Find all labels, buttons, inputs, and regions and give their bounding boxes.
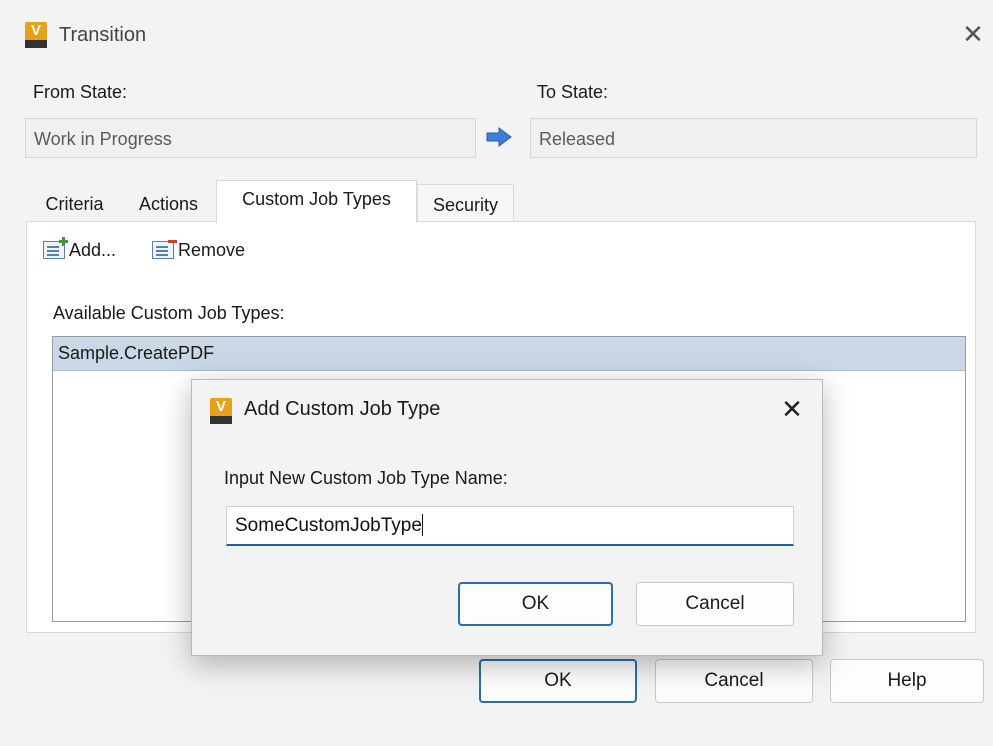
tab-actions[interactable]: Actions bbox=[123, 184, 214, 224]
to-state-field: Released bbox=[530, 118, 977, 158]
remove-button-label: Remove bbox=[178, 240, 246, 260]
from-state-field: Work in Progress bbox=[25, 118, 476, 158]
arrow-right-icon bbox=[486, 127, 512, 147]
cancel-button[interactable]: Cancel bbox=[655, 659, 813, 703]
close-icon[interactable]: ✕ bbox=[958, 19, 988, 49]
window-title: Transition bbox=[59, 24, 147, 46]
title-bar: V Transition ✕ bbox=[0, 0, 993, 70]
tab-criteria[interactable]: Criteria bbox=[30, 184, 119, 224]
from-state-label: From State: bbox=[33, 82, 128, 102]
add-custom-job-type-dialog: V Add Custom Job Type ✕ Input New Custom… bbox=[191, 379, 823, 656]
remove-document-icon bbox=[152, 240, 177, 259]
custom-job-type-name-input[interactable]: SomeCustomJobType bbox=[226, 506, 794, 546]
input-value: SomeCustomJobType bbox=[235, 515, 422, 536]
dialog-ok-button[interactable]: OK bbox=[458, 582, 613, 626]
to-state-label: To State: bbox=[537, 82, 609, 102]
dialog-cancel-button[interactable]: Cancel bbox=[636, 582, 794, 626]
tab-security[interactable]: Security bbox=[417, 184, 514, 223]
help-button[interactable]: Help bbox=[830, 659, 984, 703]
add-document-icon bbox=[43, 237, 68, 259]
list-item[interactable]: Sample.CreatePDF bbox=[53, 337, 965, 371]
vault-app-icon: V bbox=[210, 398, 232, 424]
dialog-close-icon[interactable]: ✕ bbox=[777, 394, 807, 424]
text-caret bbox=[421, 514, 423, 536]
tab-custom-job-types[interactable]: Custom Job Types bbox=[216, 180, 417, 223]
remove-button[interactable]: Remove bbox=[152, 235, 245, 265]
vault-app-icon: V bbox=[25, 22, 47, 48]
ok-button[interactable]: OK bbox=[479, 659, 637, 703]
add-button[interactable]: Add... bbox=[43, 235, 116, 265]
dialog-title: Add Custom Job Type bbox=[244, 398, 441, 420]
add-button-label: Add... bbox=[69, 240, 117, 260]
dialog-prompt: Input New Custom Job Type Name: bbox=[224, 468, 508, 488]
available-job-types-label: Available Custom Job Types: bbox=[53, 303, 285, 323]
